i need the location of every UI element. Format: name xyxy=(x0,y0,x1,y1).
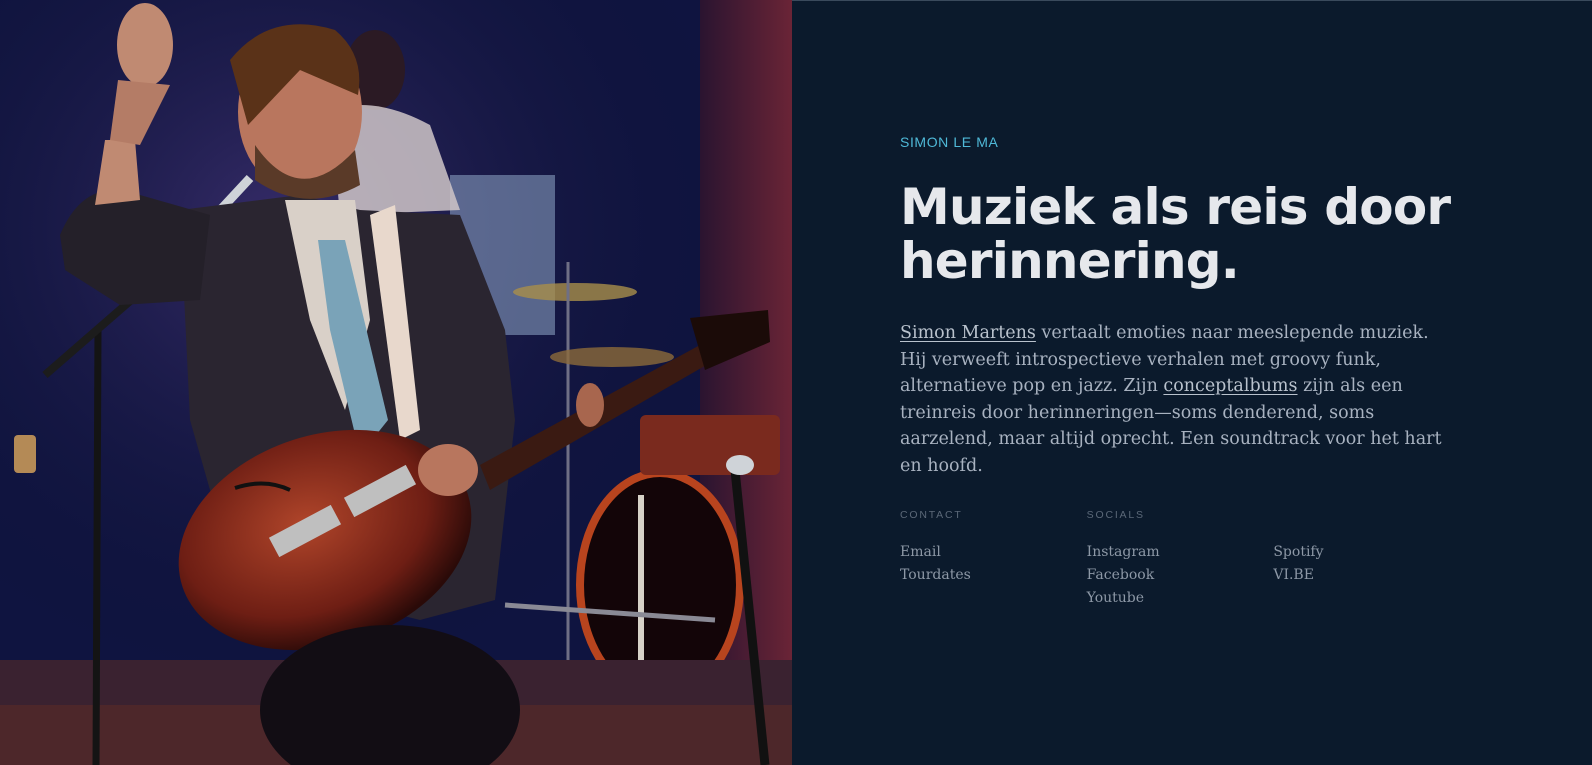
links-section: CONTACT Email Tourdates SOCIALS Instagra… xyxy=(900,509,1460,612)
youtube-link[interactable]: Youtube xyxy=(1087,590,1144,606)
list-item: VI.BE xyxy=(1273,566,1460,589)
list-item: Instagram xyxy=(1087,543,1274,566)
tourdates-link[interactable]: Tourdates xyxy=(900,567,971,583)
socials-list: Instagram Facebook Youtube xyxy=(1087,543,1274,612)
contact-list: Email Tourdates xyxy=(900,543,1087,589)
contact-column: CONTACT Email Tourdates xyxy=(900,509,1087,612)
intro-panel: SIMON LE MA Muziek als reis door herinne… xyxy=(792,0,1592,765)
socials-more-list: Spotify VI.BE xyxy=(1273,543,1460,589)
contact-label: CONTACT xyxy=(900,509,963,521)
vibe-link[interactable]: VI.BE xyxy=(1273,567,1314,583)
spotify-link[interactable]: Spotify xyxy=(1273,544,1323,560)
socials-column: SOCIALS Instagram Facebook Youtube xyxy=(1087,509,1274,612)
instagram-link[interactable]: Instagram xyxy=(1087,544,1160,560)
facebook-link[interactable]: Facebook xyxy=(1087,567,1155,583)
artist-name-eyebrow: SIMON LE MA xyxy=(900,134,999,150)
list-item: Spotify xyxy=(1273,543,1460,566)
socials-label: SOCIALS xyxy=(1086,509,1145,521)
socials-more-column: Spotify VI.BE xyxy=(1273,509,1460,612)
socials-more-label-spacer xyxy=(1273,509,1460,523)
bio-paragraph: Simon Martens vertaalt emoties naar mees… xyxy=(900,320,1460,479)
hero-photo xyxy=(0,0,792,765)
page-headline: Muziek als reis door herinnering. xyxy=(900,180,1460,288)
headline-line-1: Muziek als reis door xyxy=(900,178,1451,236)
simon-martens-link[interactable]: Simon Martens xyxy=(900,323,1036,343)
list-item: Email xyxy=(900,543,1087,566)
intro-content: SIMON LE MA Muziek als reis door herinne… xyxy=(900,134,1460,612)
list-item: Facebook xyxy=(1087,566,1274,589)
list-item: Tourdates xyxy=(900,566,1087,589)
email-link[interactable]: Email xyxy=(900,544,941,560)
headline-line-2: herinnering. xyxy=(900,232,1240,290)
list-item: Youtube xyxy=(1087,589,1274,612)
conceptalbums-link[interactable]: conceptalbums xyxy=(1163,376,1297,396)
